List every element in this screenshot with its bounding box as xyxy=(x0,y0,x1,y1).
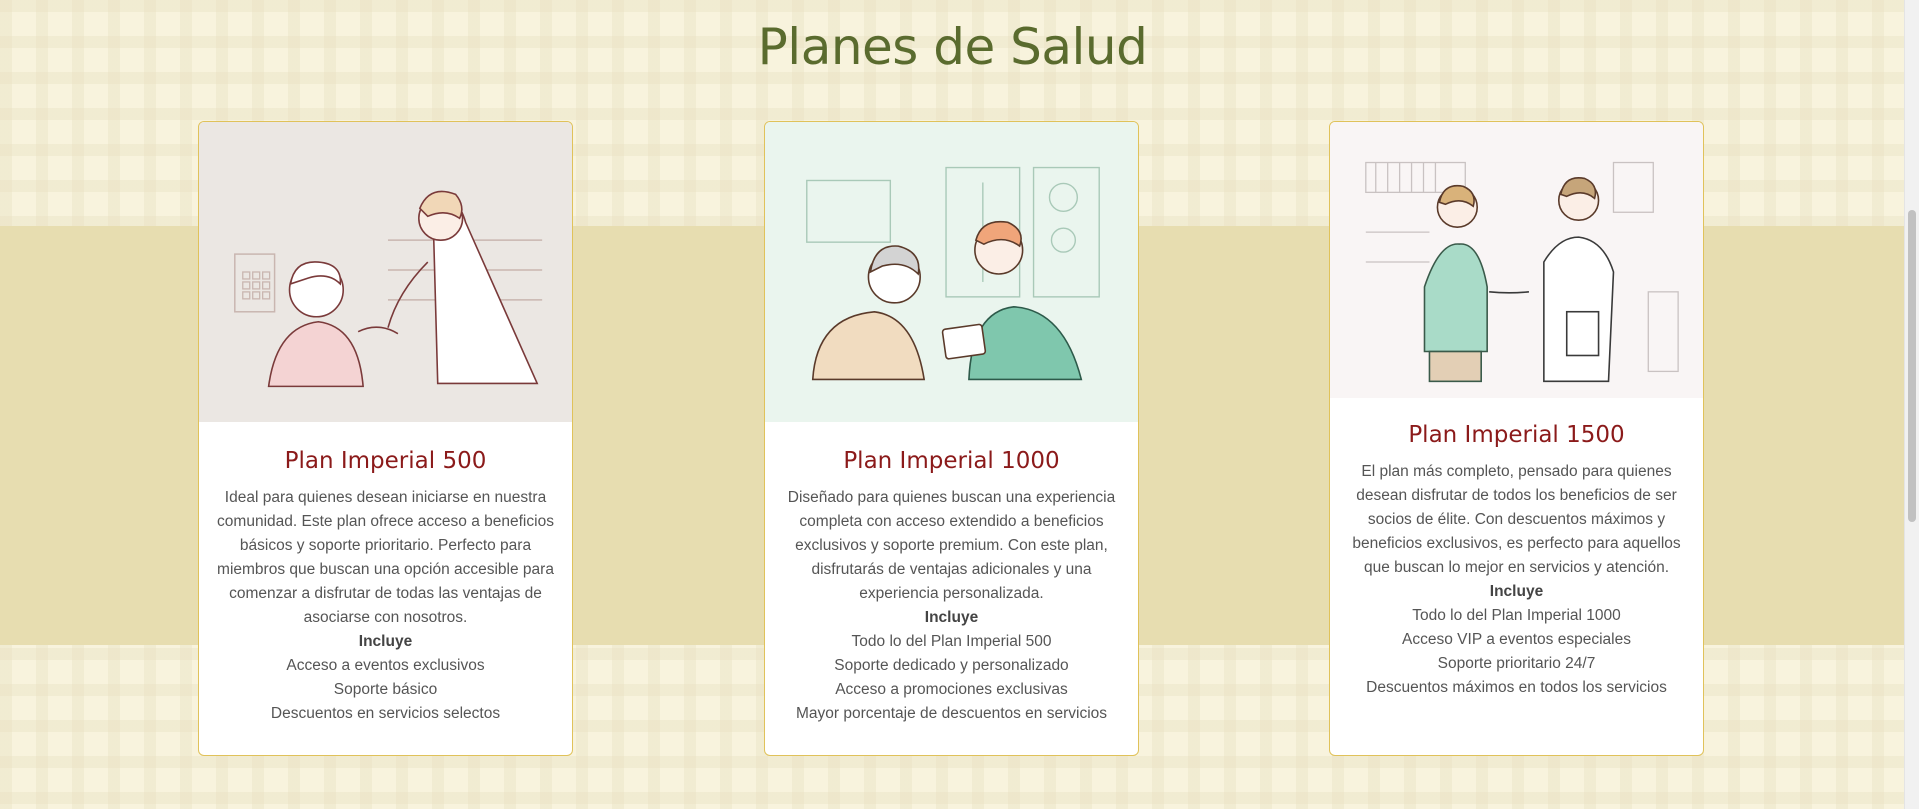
plan-card-1500: Plan Imperial 1500 El plan más completo,… xyxy=(1329,121,1704,756)
feature-item: Descuentos máximos en todos los servicio… xyxy=(1366,679,1667,696)
feature-item: Acceso a eventos exclusivos xyxy=(286,657,485,674)
feature-item: Todo lo del Plan Imperial 1000 xyxy=(1412,607,1621,624)
plan-title: Plan Imperial 1500 xyxy=(1408,422,1625,448)
plan-illustration xyxy=(765,122,1138,422)
page-title: Planes de Salud xyxy=(757,18,1148,76)
feature-item: Descuentos en servicios selectos xyxy=(270,705,501,722)
feature-item: Mayor porcentaje de descuentos en servic… xyxy=(795,705,1108,722)
plan-description: Ideal para quienes desean iniciarse en n… xyxy=(217,489,554,626)
plan-card-500: Plan Imperial 500 Ideal para quienes des… xyxy=(198,121,573,756)
plan-title: Plan Imperial 1000 xyxy=(843,448,1060,474)
plan-card-1000: Plan Imperial 1000 Diseñado para quienes… xyxy=(764,121,1139,756)
feature-item: Todo lo del Plan Imperial 500 xyxy=(851,633,1052,650)
page-scrollbar[interactable] xyxy=(1904,0,1919,809)
includes-label: Incluye xyxy=(358,633,413,650)
feature-item: Acceso a promociones exclusivas xyxy=(835,681,1068,698)
feature-item: Soporte prioritario 24/7 xyxy=(1437,655,1596,672)
feature-item: Acceso VIP a eventos especiales xyxy=(1402,631,1631,648)
plan-title: Plan Imperial 500 xyxy=(284,448,487,474)
includes-label: Incluye xyxy=(924,609,979,626)
plan-illustration xyxy=(199,122,572,422)
plan-description: El plan más completo, pensado para quien… xyxy=(1352,463,1681,576)
plan-description: Diseñado para quienes buscan una experie… xyxy=(787,489,1116,602)
scrollbar-thumb[interactable] xyxy=(1908,210,1916,522)
feature-item: Soporte dedicado y personalizado xyxy=(834,657,1069,674)
feature-item: Soporte básico xyxy=(333,681,438,698)
includes-label: Incluye xyxy=(1489,583,1544,600)
plan-illustration xyxy=(1330,122,1703,398)
